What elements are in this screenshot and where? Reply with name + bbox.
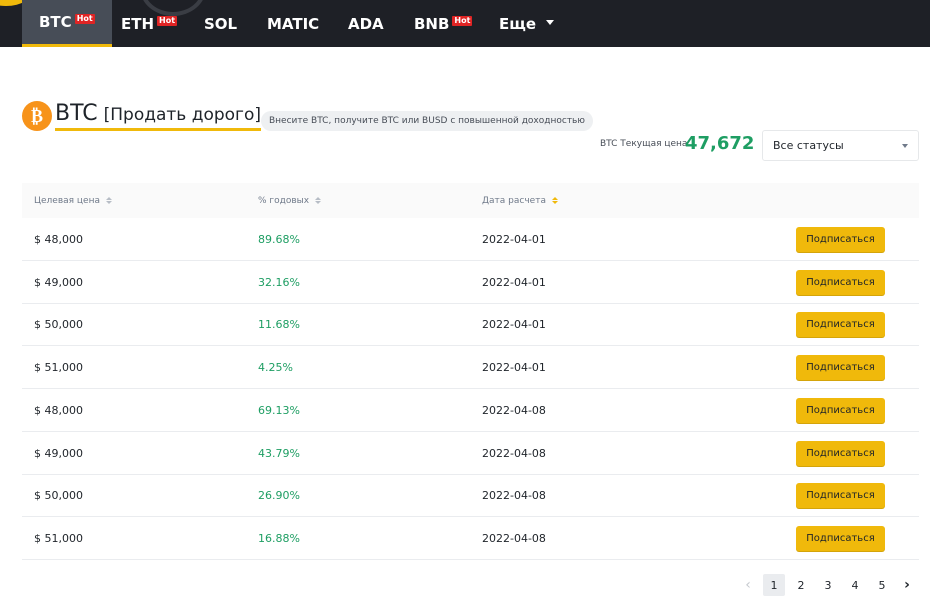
table-row: $ 51,000 16.88% 2022-04-08 Подписаться xyxy=(22,517,919,560)
tab-label: ADA xyxy=(348,14,384,33)
pagination-page-1[interactable]: 1 xyxy=(763,574,785,596)
tab-more[interactable]: Еще xyxy=(499,0,555,47)
apy-cell: 16.88% xyxy=(258,531,300,545)
settlement-date-cell: 2022-04-01 xyxy=(482,317,546,331)
apy-cell: 89.68% xyxy=(258,232,300,246)
column-header-apy[interactable]: % годовых xyxy=(258,183,322,218)
table-header: Целевая цена % годовых Дата расчета xyxy=(22,183,919,218)
table-row: $ 51,000 4.25% 2022-04-01 Подписаться xyxy=(22,346,919,389)
apy-cell: 11.68% xyxy=(258,317,300,331)
target-price-cell: $ 49,000 xyxy=(34,275,83,289)
column-header-label: Дата расчета xyxy=(482,195,546,206)
target-price-cell: $ 50,000 xyxy=(34,317,83,331)
apy-cell: 32.16% xyxy=(258,275,300,289)
table-row: $ 48,000 69.13% 2022-04-08 Подписаться xyxy=(22,389,919,432)
target-price-cell: $ 49,000 xyxy=(34,446,83,460)
sort-icon xyxy=(105,197,112,204)
sort-icon xyxy=(315,197,322,204)
pagination-page-2[interactable]: 2 xyxy=(790,574,812,596)
current-price-value: 47,672 xyxy=(685,133,755,154)
target-price-cell: $ 50,000 xyxy=(34,488,83,502)
settlement-date-cell: 2022-04-08 xyxy=(482,488,546,502)
product-symbol: BTC xyxy=(55,101,98,126)
bitcoin-coin-icon: ₿ xyxy=(22,101,52,131)
subscribe-button[interactable]: Подписаться xyxy=(796,270,885,295)
column-header-target-price[interactable]: Целевая цена xyxy=(34,183,112,218)
apy-cell: 69.13% xyxy=(258,403,300,417)
page-title: BTC [Продать дорого] xyxy=(55,101,262,131)
target-price-cell: $ 51,000 xyxy=(34,360,83,374)
sort-active-icon xyxy=(551,197,558,204)
tab-label: MATIC xyxy=(267,14,320,33)
settlement-date-cell: 2022-04-08 xyxy=(482,531,546,545)
subscribe-button[interactable]: Подписаться xyxy=(796,355,885,380)
status-filter-select[interactable]: Все статусы xyxy=(762,130,919,161)
hot-badge: Hot xyxy=(452,15,473,26)
column-header-settlement-date[interactable]: Дата расчета xyxy=(482,183,558,218)
hot-badge: Hot xyxy=(157,15,178,26)
subscribe-button[interactable]: Подписаться xyxy=(796,483,885,508)
table-row: $ 49,000 43.79% 2022-04-08 Подписаться xyxy=(22,432,919,475)
tab-bnb[interactable]: BNB Hot xyxy=(414,0,473,47)
chevron-down-icon xyxy=(902,143,908,148)
top-navigation: BTC Hot ETH Hot SOL MATIC ADA BNB Hot Ещ… xyxy=(0,0,930,47)
table-row: $ 48,000 89.68% 2022-04-01 Подписаться xyxy=(22,218,919,261)
product-subtitle: [Продать дорого] xyxy=(103,105,262,125)
pagination-page-3[interactable]: 3 xyxy=(817,574,839,596)
table-row: $ 50,000 11.68% 2022-04-01 Подписаться xyxy=(22,303,919,346)
table-row: $ 50,000 26.90% 2022-04-08 Подписаться xyxy=(22,474,919,517)
tab-label: BNB xyxy=(414,14,450,33)
tab-sol[interactable]: SOL xyxy=(204,0,237,47)
settlement-date-cell: 2022-04-01 xyxy=(482,232,546,246)
subscribe-button[interactable]: Подписаться xyxy=(796,227,885,252)
subscribe-button[interactable]: Подписаться xyxy=(796,526,885,551)
status-filter-value: Все статусы xyxy=(773,139,844,152)
tab-ada[interactable]: ADA xyxy=(348,0,384,47)
settlement-date-cell: 2022-04-08 xyxy=(482,446,546,460)
target-price-cell: $ 48,000 xyxy=(34,403,83,417)
target-price-cell: $ 51,000 xyxy=(34,531,83,545)
pagination-page-4[interactable]: 4 xyxy=(844,574,866,596)
pagination-next-chevron-icon[interactable]: › xyxy=(896,574,918,596)
subscribe-button[interactable]: Подписаться xyxy=(796,312,885,337)
settlement-date-cell: 2022-04-08 xyxy=(482,403,546,417)
subscribe-button[interactable]: Подписаться xyxy=(796,441,885,466)
caret-down-icon xyxy=(546,20,555,25)
tab-matic[interactable]: MATIC xyxy=(267,0,319,47)
target-price-cell: $ 48,000 xyxy=(34,232,83,246)
tab-label: SOL xyxy=(204,14,238,33)
hot-badge: Hot xyxy=(74,14,95,24)
apy-cell: 43.79% xyxy=(258,446,300,460)
tab-btc[interactable]: BTC Hot xyxy=(22,0,112,47)
pagination-prev-chevron-icon[interactable]: ‹ xyxy=(737,574,759,596)
apy-cell: 26.90% xyxy=(258,488,300,502)
settlement-date-cell: 2022-04-01 xyxy=(482,275,546,289)
column-header-label: % годовых xyxy=(258,195,310,206)
tab-label: ETH xyxy=(121,14,155,33)
subscribe-button[interactable]: Подписаться xyxy=(796,398,885,423)
table-row: $ 49,000 32.16% 2022-04-01 Подписаться xyxy=(22,261,919,304)
current-price-label: BTC Текущая цена xyxy=(600,139,688,149)
settlement-date-cell: 2022-04-01 xyxy=(482,360,546,374)
pagination-page-5[interactable]: 5 xyxy=(871,574,893,596)
tab-label: Еще xyxy=(499,14,537,33)
tab-eth[interactable]: ETH Hot xyxy=(121,0,178,47)
product-description: Внесите BTC, получите BTC или BUSD с пов… xyxy=(261,111,593,131)
apy-cell: 4.25% xyxy=(258,360,293,374)
column-header-label: Целевая цена xyxy=(34,195,100,206)
tab-label: BTC xyxy=(39,13,72,31)
